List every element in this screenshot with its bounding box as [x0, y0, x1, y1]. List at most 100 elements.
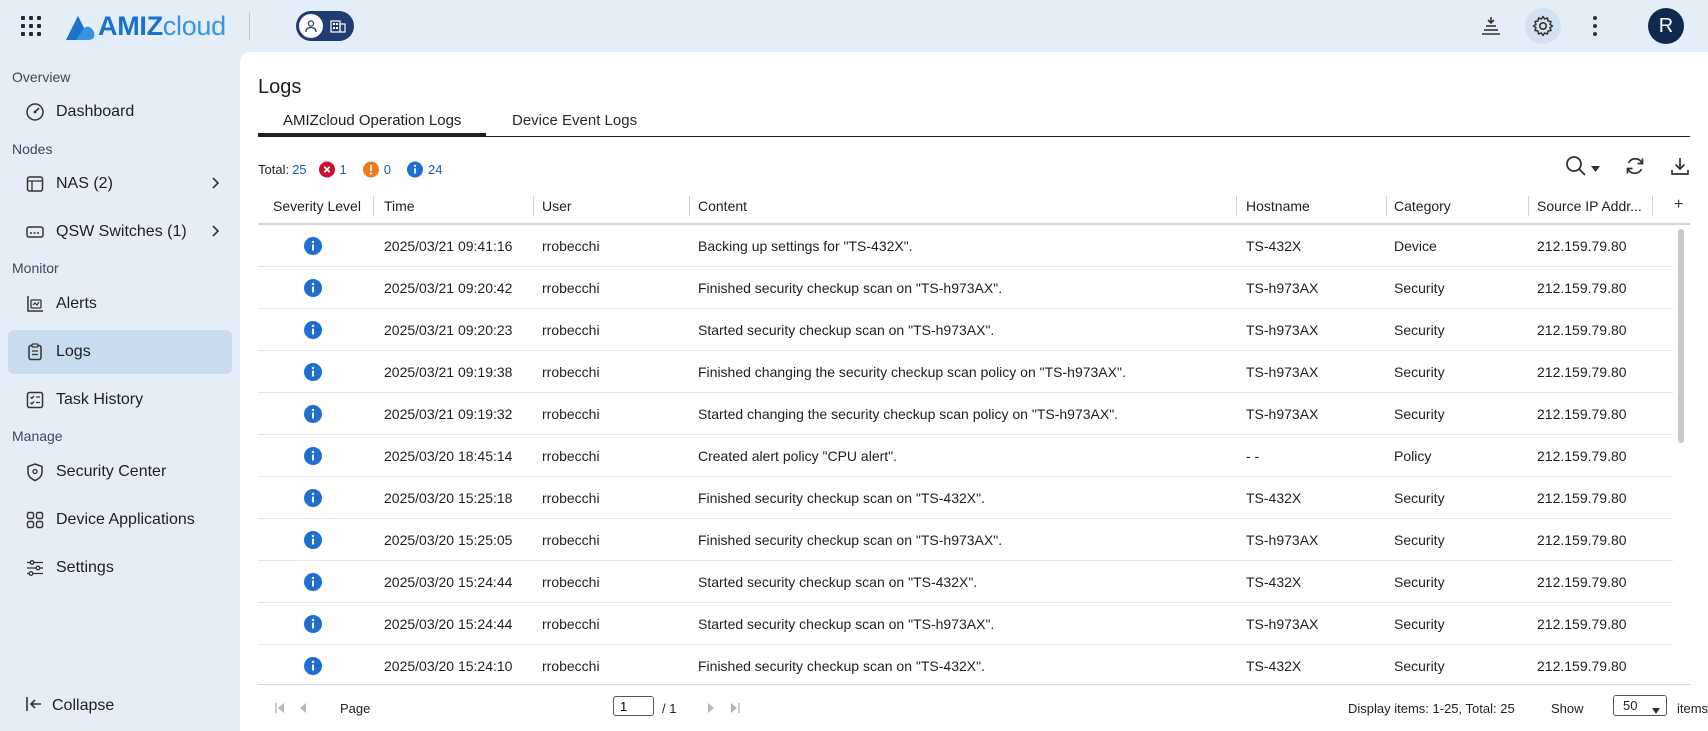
tab-device-event-logs[interactable]: Device Event Logs: [512, 112, 637, 129]
table-row[interactable]: 2025/03/21 09:20:42 rrobecchi Finished s…: [258, 267, 1673, 309]
organization-mode-icon: [326, 14, 350, 38]
caret-down-icon: [1591, 159, 1600, 175]
sidebar-item-dashboard[interactable]: Dashboard: [8, 90, 232, 134]
table-row[interactable]: 2025/03/20 15:24:44 rrobecchi Started se…: [258, 561, 1673, 603]
info-severity-icon: [304, 279, 322, 297]
page-title: Logs: [258, 76, 302, 98]
refresh-button[interactable]: [1624, 152, 1646, 182]
cell-source-ip: 212.159.79.80: [1537, 364, 1627, 380]
cell-category: Security: [1394, 490, 1445, 506]
table-scrollbar[interactable]: [1678, 229, 1684, 443]
sliders-icon: [24, 557, 46, 579]
sidebar-item-task-history[interactable]: Task History: [8, 378, 232, 422]
brand-logo[interactable]: AMIZcloud: [64, 11, 226, 42]
chevron-right-icon: [210, 224, 220, 241]
next-page-icon[interactable]: [705, 701, 717, 717]
cell-hostname: TS-h973AX: [1246, 322, 1319, 338]
search-filter-button[interactable]: [1564, 152, 1600, 182]
sidebar-item-logs[interactable]: Logs: [8, 330, 232, 374]
task-queue-icon[interactable]: [1473, 8, 1509, 44]
sidebar-item-device-applications[interactable]: Device Applications: [8, 498, 232, 542]
log-tabs: AMIZcloud Operation Logs Device Event Lo…: [258, 108, 1690, 137]
table-row[interactable]: 2025/03/21 09:19:32 rrobecchi Started ch…: [258, 393, 1673, 435]
collapse-sidebar-button[interactable]: Collapse: [24, 694, 114, 717]
table-row[interactable]: 2025/03/21 09:20:23 rrobecchi Started se…: [258, 309, 1673, 351]
sidebar-item-label: QSW Switches (1): [56, 223, 187, 240]
info-count-filter[interactable]: 24: [407, 161, 442, 177]
warning-count-filter[interactable]: 0: [362, 161, 391, 177]
sidebar-item-security-center[interactable]: Security Center: [8, 450, 232, 494]
last-page-icon[interactable]: [729, 701, 741, 717]
column-header-content[interactable]: Content: [698, 198, 747, 214]
items-per-page-select[interactable]: 50: [1613, 695, 1667, 716]
info-severity-icon: [304, 657, 322, 675]
column-resize-handle[interactable]: [689, 196, 690, 216]
cell-hostname: TS-h973AX: [1246, 280, 1319, 296]
tab-operation-logs[interactable]: AMIZcloud Operation Logs: [283, 112, 461, 129]
info-severity-icon: [304, 573, 322, 591]
cell-hostname: - -: [1246, 448, 1260, 464]
info-severity-icon: [304, 321, 322, 339]
table-row[interactable]: 2025/03/21 09:41:16 rrobecchi Backing up…: [258, 225, 1673, 267]
table-row[interactable]: 2025/03/20 15:25:05 rrobecchi Finished s…: [258, 519, 1673, 561]
apps-grid-icon[interactable]: [21, 16, 41, 36]
column-header-user[interactable]: User: [542, 198, 572, 214]
error-x-icon: [318, 161, 335, 177]
cell-user: rrobecchi: [542, 322, 600, 338]
column-resize-handle[interactable]: [1528, 196, 1529, 216]
error-count-filter[interactable]: 1: [318, 161, 347, 177]
sidebar: Overview Dashboard Nodes NAS (2) QSW Swi…: [0, 52, 240, 731]
first-page-icon[interactable]: [274, 701, 286, 717]
sidebar-item-label: Task History: [56, 391, 144, 408]
cell-time: 2025/03/20 15:24:44: [384, 574, 513, 590]
download-button[interactable]: [1669, 152, 1691, 182]
table-row[interactable]: 2025/03/20 18:45:14 rrobecchi Created al…: [258, 435, 1673, 477]
section-label-manage: Manage: [12, 428, 63, 444]
column-resize-handle[interactable]: [1386, 196, 1387, 216]
sidebar-item-label: Alerts: [56, 295, 97, 312]
sidebar-item-alerts[interactable]: Alerts: [8, 282, 232, 326]
cell-time: 2025/03/21 09:19:38: [384, 364, 513, 380]
table-row[interactable]: 2025/03/20 15:24:10 rrobecchi Finished s…: [258, 645, 1673, 683]
column-resize-handle[interactable]: [1652, 196, 1653, 216]
column-header-source-ip[interactable]: Source IP Addr...: [1537, 198, 1642, 214]
cell-content: Backing up settings for "TS-432X".: [698, 238, 913, 254]
cell-source-ip: 212.159.79.80: [1537, 406, 1627, 422]
table-row[interactable]: 2025/03/21 09:19:38 rrobecchi Finished c…: [258, 351, 1673, 393]
cell-category: Security: [1394, 364, 1445, 380]
page-number-input[interactable]: [613, 696, 654, 716]
previous-page-icon[interactable]: [297, 701, 309, 717]
column-header-time[interactable]: Time: [384, 198, 415, 214]
cell-hostname: TS-h973AX: [1246, 532, 1319, 548]
cloud-logo-icon: [66, 15, 95, 40]
column-header-hostname[interactable]: Hostname: [1246, 198, 1310, 214]
shield-icon: [24, 461, 46, 483]
cell-source-ip: 212.159.79.80: [1537, 448, 1627, 464]
column-resize-handle[interactable]: [373, 196, 374, 216]
cell-time: 2025/03/21 09:20:42: [384, 280, 513, 296]
sidebar-item-settings[interactable]: Settings: [8, 546, 232, 590]
sidebar-item-qsw-switches[interactable]: QSW Switches (1): [8, 210, 232, 254]
info-severity-icon: [304, 531, 322, 549]
cell-user: rrobecchi: [542, 406, 600, 422]
column-header-severity[interactable]: Severity Level: [273, 198, 361, 214]
section-label-nodes: Nodes: [12, 141, 53, 157]
workspace-mode-toggle[interactable]: [296, 11, 354, 41]
sidebar-item-nas[interactable]: NAS (2): [8, 162, 232, 206]
table-row[interactable]: 2025/03/20 15:25:18 rrobecchi Finished s…: [258, 477, 1673, 519]
cell-time: 2025/03/20 15:24:10: [384, 658, 513, 674]
column-resize-handle[interactable]: [1236, 196, 1237, 216]
add-column-button[interactable]: +: [1674, 196, 1683, 214]
nas-device-icon: [24, 173, 46, 195]
cell-hostname: TS-432X: [1246, 238, 1302, 254]
sidebar-item-label: Settings: [56, 559, 114, 576]
settings-gear-icon[interactable]: [1525, 8, 1561, 44]
user-avatar[interactable]: R: [1648, 8, 1684, 44]
search-icon: [1564, 154, 1588, 181]
cell-time: 2025/03/21 09:20:23: [384, 322, 513, 338]
more-options-icon[interactable]: [1577, 8, 1613, 44]
column-resize-handle[interactable]: [533, 196, 534, 216]
top-bar: AMIZcloud R: [0, 0, 1708, 52]
column-header-category[interactable]: Category: [1394, 198, 1451, 214]
table-row[interactable]: 2025/03/20 15:24:44 rrobecchi Started se…: [258, 603, 1673, 645]
